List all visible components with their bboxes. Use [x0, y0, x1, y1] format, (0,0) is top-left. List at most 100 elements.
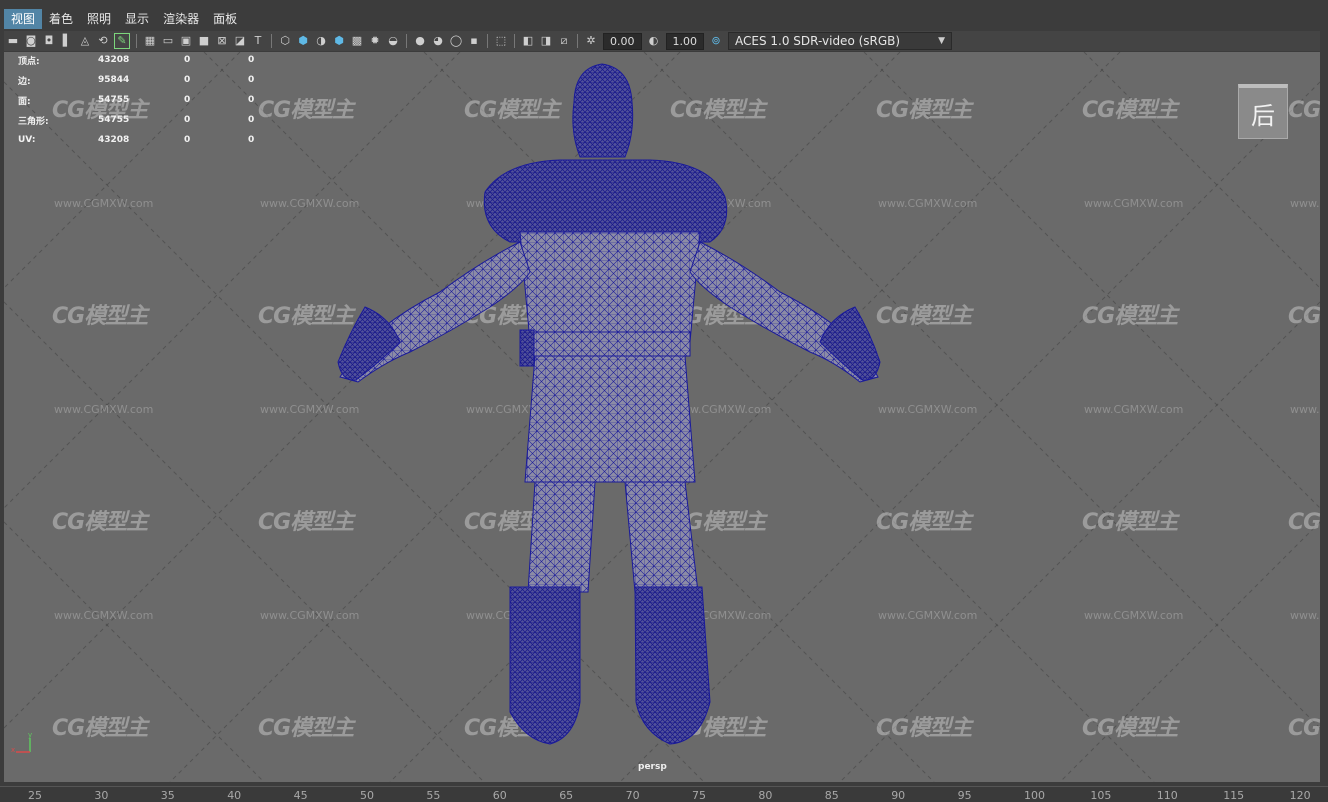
camera-attributes-icon[interactable]: ◙ — [24, 34, 38, 48]
safe-title-icon[interactable]: T — [251, 34, 265, 48]
hud-label: 顶点: — [18, 56, 40, 67]
gamma-icon[interactable]: ◐ — [647, 34, 661, 48]
menu-panels[interactable]: 面板 — [206, 9, 244, 29]
hud-row-uvs: UV: 43208 0 0 — [18, 130, 288, 150]
watermark-url: www.CGMXW.com — [1084, 197, 1184, 210]
depth-of-field-icon[interactable]: ▪ — [467, 34, 481, 48]
watermark-logo: CG模型主 — [1288, 304, 1320, 329]
smooth-shade-icon[interactable]: ⬢ — [296, 34, 310, 48]
xray-components-icon[interactable]: ⧄ — [557, 34, 571, 48]
wireframe-on-shaded-icon[interactable]: ⬢ — [332, 34, 346, 48]
watermark-url: www.CGMXW.com — [878, 197, 978, 210]
exposure-field[interactable]: 0.00 — [603, 32, 642, 50]
color-management-dropdown[interactable]: ACES 1.0 SDR-video (sRGB) ▼ — [728, 32, 952, 50]
film-gate-icon[interactable]: ▭ — [161, 34, 175, 48]
watermark-url: www.CGMXW.com — [1290, 609, 1320, 622]
ruler-tick-label: 120 — [1289, 789, 1311, 802]
menu-lighting[interactable]: 照明 — [80, 9, 118, 29]
hud-value: 0 — [248, 115, 255, 125]
watermark-url: www.CGMXW.com — [1084, 609, 1184, 622]
character-wireframe-model[interactable] — [330, 62, 890, 752]
toolbar-separator — [487, 34, 488, 48]
watermark-logo: CG模型主 — [1082, 716, 1178, 741]
ruler-tick-label: 80 — [758, 789, 773, 802]
gate-mask-icon[interactable]: ■ — [197, 34, 211, 48]
hud-value: 0 — [248, 55, 255, 65]
watermark-url: www.CGMXW.com — [878, 609, 978, 622]
toolbar-separator — [577, 34, 578, 48]
xray-icon[interactable]: ◧ — [521, 34, 535, 48]
view-transform-icon[interactable]: ⊚ — [709, 34, 723, 48]
watermark-url: www.CGMXW.com — [54, 403, 154, 416]
hud-value: 0 — [248, 75, 255, 85]
ruler-tick-label: 45 — [293, 789, 308, 802]
resolution-gate-icon[interactable]: ▣ — [179, 34, 193, 48]
3d-viewport[interactable]: CG模型主 CG模型主 CG模型主 CG模型主 CG模型主 CG模型主 CG模型主 CG模型主… — [4, 52, 1320, 782]
watermark-logo: CG模型主 — [876, 510, 972, 535]
axis-y-label: y — [28, 731, 32, 739]
screen-space-ao-icon[interactable]: ● — [413, 34, 427, 48]
viewcube[interactable]: 后 — [1238, 84, 1288, 139]
2d-pan-zoom-icon[interactable]: ⟲ — [96, 34, 110, 48]
shadows-icon[interactable]: ◒ — [386, 34, 400, 48]
hud-row-vertices: 顶点: 43208 0 0 — [18, 52, 288, 70]
hud-value: 0 — [248, 135, 255, 145]
anti-aliasing-icon[interactable]: ◯ — [449, 34, 463, 48]
grease-pencil-icon[interactable]: ✎ — [114, 33, 130, 49]
watermark-logo: CG模型主 — [52, 716, 148, 741]
camera-icon[interactable]: ▬ — [6, 34, 20, 48]
ruler-tick-label: 90 — [891, 789, 906, 802]
grid-icon[interactable]: ▦ — [143, 34, 157, 48]
panel-menubar: 视图 着色 照明 显示 渲染器 面板 — [4, 8, 244, 30]
menu-shading[interactable]: 着色 — [42, 9, 80, 29]
field-chart-icon[interactable]: ⊠ — [215, 34, 229, 48]
ruler-tick-label: 85 — [824, 789, 839, 802]
chevron-down-icon: ▼ — [938, 36, 945, 46]
watermark-logo: CG模型主 — [876, 98, 972, 123]
watermark-url: www.CGMXW.com — [1084, 403, 1184, 416]
time-slider-ruler[interactable]: 25 30 35 40 45 50 55 60 65 70 75 80 85 90 95 100 105 110 1… — [0, 786, 1328, 802]
ruler-tick-label: 60 — [492, 789, 507, 802]
watermark-logo: CG模型主 — [52, 510, 148, 535]
menu-view[interactable]: 视图 — [4, 9, 43, 29]
hud-value: 0 — [184, 115, 191, 125]
ruler-tick-label: 65 — [559, 789, 574, 802]
hud-value: 0 — [184, 135, 191, 145]
default-material-icon[interactable]: ◑ — [314, 34, 328, 48]
wireframe-icon[interactable]: ⬡ — [278, 34, 292, 48]
camera-name-label: persp — [638, 762, 667, 772]
isolate-select-icon[interactable]: ⬚ — [494, 34, 508, 48]
motion-blur-icon[interactable]: ◕ — [431, 34, 445, 48]
exposure-icon[interactable]: ✲ — [584, 34, 598, 48]
watermark-url: www.CGMXW.com — [54, 609, 154, 622]
ruler-tick-label: 105 — [1090, 789, 1112, 802]
hud-row-faces: 面: 54755 0 0 — [18, 90, 288, 110]
ruler-tick-label: 110 — [1156, 789, 1178, 802]
panel-toolbar: ▬ ◙ ◘ ▌ ◬ ⟲ ✎ ▦ ▭ ▣ ■ ⊠ ◪ T ⬡ ⬢ ◑ ⬢ ▩ ✹ … — [4, 31, 1320, 51]
safe-action-icon[interactable]: ◪ — [233, 34, 247, 48]
menu-renderer[interactable]: 渲染器 — [156, 9, 206, 29]
toolbar-separator — [406, 34, 407, 48]
toolbar-separator — [136, 34, 137, 48]
watermark-url: www.CGMXW.com — [54, 197, 154, 210]
watermark-logo: CG模型主 — [1288, 716, 1320, 741]
xray-joints-icon[interactable]: ◨ — [539, 34, 553, 48]
bookmark-camera-icon[interactable]: ◘ — [42, 34, 56, 48]
ruler-tick-label: 100 — [1024, 789, 1045, 802]
color-management-value: ACES 1.0 SDR-video (sRGB) — [735, 34, 901, 48]
textured-icon[interactable]: ▩ — [350, 34, 364, 48]
watermark-url: www.CGMXW.com — [1290, 403, 1320, 416]
hud-value: 54755 — [98, 115, 130, 125]
hud-value: 54755 — [98, 95, 130, 105]
image-plane-icon[interactable]: ◬ — [78, 34, 92, 48]
gamma-field[interactable]: 1.00 — [665, 32, 704, 50]
watermark-logo: CG模型主 — [876, 304, 972, 329]
poly-count-hud: 顶点: 43208 0 0 边: 95844 0 0 面: 54755 0 0 … — [18, 52, 288, 150]
hud-value: 0 — [248, 95, 255, 105]
bookmark-icon[interactable]: ▌ — [60, 34, 74, 48]
watermark-logo: CG模型主 — [1082, 510, 1178, 535]
hud-value: 0 — [184, 75, 191, 85]
hud-value: 43208 — [98, 135, 130, 145]
menu-show[interactable]: 显示 — [118, 9, 156, 29]
use-all-lights-icon[interactable]: ✹ — [368, 34, 382, 48]
